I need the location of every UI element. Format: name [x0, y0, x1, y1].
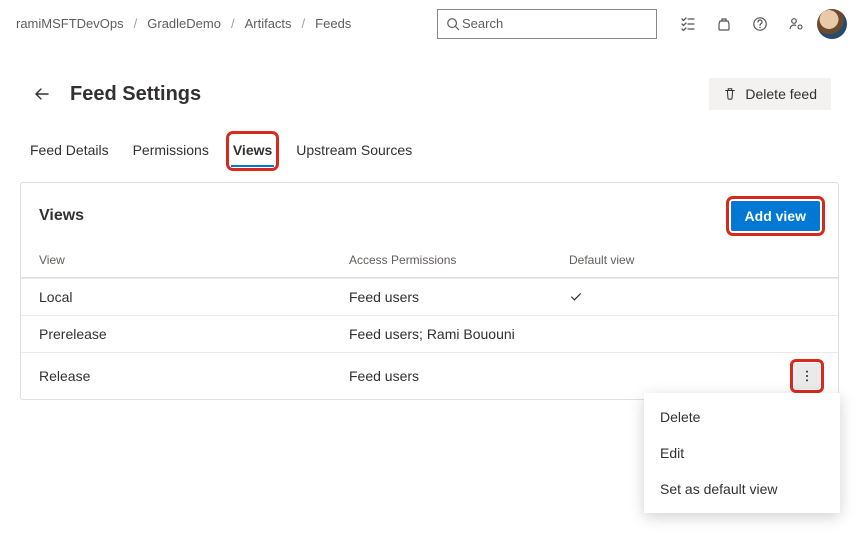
top-bar: ramiMSFTDevOps / GradleDemo / Artifacts … [0, 0, 859, 48]
tab-feed-details[interactable]: Feed Details [28, 136, 111, 166]
column-header-access: Access Permissions [349, 253, 569, 267]
cell-view-name: Prerelease [39, 326, 349, 342]
views-card-title: Views [39, 207, 731, 225]
arrow-left-icon [34, 86, 50, 102]
search-icon [446, 17, 460, 31]
search-input[interactable] [460, 15, 648, 32]
table-header: View Access Permissions Default view [21, 243, 838, 278]
context-menu-item-edit[interactable]: Edit [644, 435, 840, 471]
page-header: Feed Settings Delete feed [0, 48, 859, 110]
tab-upstream-sources[interactable]: Upstream Sources [294, 136, 414, 166]
table-row[interactable]: Prerelease Feed users; Rami Bououni [21, 315, 838, 352]
help-icon[interactable] [745, 9, 775, 39]
cell-access: Feed users; Rami Bououni [349, 326, 569, 342]
table-row[interactable]: Local Feed users [21, 278, 838, 315]
breadcrumb-separator: / [302, 16, 306, 31]
default-check-icon [569, 290, 780, 304]
views-card: Views Add view View Access Permissions D… [20, 182, 839, 400]
breadcrumb-item[interactable]: Artifacts [245, 16, 292, 31]
breadcrumb-separator: / [134, 16, 138, 31]
tabs: Feed Details Permissions Views Upstream … [0, 110, 859, 166]
tab-permissions[interactable]: Permissions [131, 136, 211, 166]
breadcrumb: ramiMSFTDevOps / GradleDemo / Artifacts … [16, 16, 351, 31]
context-menu: Delete Edit Set as default view [644, 393, 840, 513]
avatar[interactable] [817, 9, 847, 39]
delete-feed-button[interactable]: Delete feed [709, 78, 831, 110]
context-menu-item-delete[interactable]: Delete [644, 399, 840, 435]
column-header-view: View [39, 253, 349, 267]
row-more-button[interactable] [794, 363, 820, 389]
table-row[interactable]: Release Feed users [21, 352, 838, 399]
page-title: Feed Settings [70, 83, 709, 106]
breadcrumb-item[interactable]: Feeds [315, 16, 351, 31]
cell-view-name: Release [39, 368, 349, 384]
add-view-button[interactable]: Add view [731, 201, 820, 231]
context-menu-item-set-default[interactable]: Set as default view [644, 471, 840, 507]
breadcrumb-separator: / [231, 16, 235, 31]
more-vertical-icon [800, 369, 814, 383]
tasks-icon[interactable] [673, 9, 703, 39]
tab-views[interactable]: Views [231, 136, 274, 166]
back-button[interactable] [28, 80, 56, 108]
search-box[interactable] [437, 9, 657, 39]
cell-view-name: Local [39, 289, 349, 305]
trash-icon [723, 87, 737, 101]
breadcrumb-item[interactable]: GradleDemo [147, 16, 221, 31]
cell-access: Feed users [349, 289, 569, 305]
column-header-default: Default view [569, 253, 780, 267]
marketplace-icon[interactable] [709, 9, 739, 39]
user-settings-icon[interactable] [781, 9, 811, 39]
breadcrumb-item[interactable]: ramiMSFTDevOps [16, 16, 124, 31]
cell-access: Feed users [349, 368, 569, 384]
delete-feed-label: Delete feed [745, 86, 817, 102]
